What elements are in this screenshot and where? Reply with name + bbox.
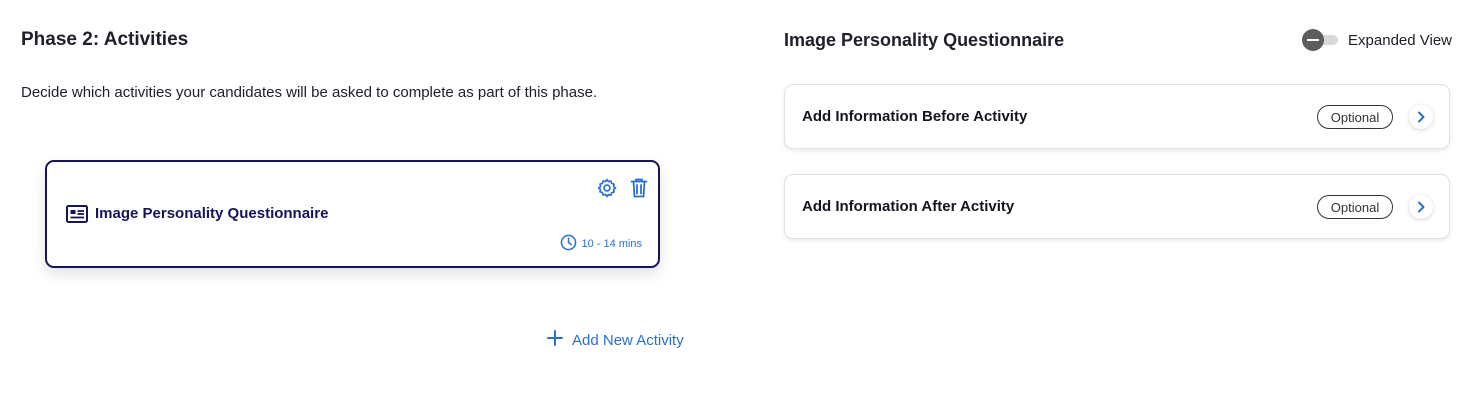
add-info-after-activity-card[interactable]: Add Information After Activity Optional: [784, 174, 1450, 239]
optional-badge: Optional: [1317, 105, 1393, 129]
activity-name: Image Personality Questionnaire: [95, 205, 329, 222]
activity-details-panel: Image Personality Questionnaire Expanded…: [784, 0, 1452, 398]
expanded-view-toggle[interactable]: Expanded View: [1302, 29, 1452, 51]
delete-trash-icon[interactable]: [629, 177, 649, 199]
clock-icon: [560, 234, 577, 254]
activity-card[interactable]: Image Personality Questionnaire 10 - 14 …: [45, 160, 660, 268]
toggle-switch[interactable]: [1302, 29, 1339, 51]
settings-gear-icon[interactable]: [596, 177, 618, 199]
plus-icon: [546, 329, 564, 351]
add-info-before-activity-card[interactable]: Add Information Before Activity Optional: [784, 84, 1450, 149]
toggle-knob: [1302, 29, 1325, 51]
expanded-view-label: Expanded View: [1348, 31, 1452, 49]
card-label: Add Information Before Activity: [802, 108, 1028, 125]
card-label: Add Information After Activity: [802, 198, 1015, 215]
add-new-activity-label: Add New Activity: [572, 331, 684, 349]
phase-activities-section: Phase 2: Activities Decide which activit…: [0, 0, 740, 398]
page-title: Phase 2: Activities: [21, 29, 189, 50]
document-list-icon: [66, 205, 88, 223]
duration-text: 10 - 14 mins: [581, 238, 642, 250]
optional-badge: Optional: [1317, 195, 1393, 219]
phase-description: Decide which activities your candidates …: [21, 84, 598, 101]
chevron-right-icon[interactable]: [1409, 195, 1433, 219]
activity-duration: 10 - 14 mins: [560, 234, 642, 254]
panel-title: Image Personality Questionnaire: [784, 30, 1065, 50]
add-new-activity-button[interactable]: Add New Activity: [546, 329, 684, 351]
chevron-right-icon[interactable]: [1409, 105, 1433, 129]
